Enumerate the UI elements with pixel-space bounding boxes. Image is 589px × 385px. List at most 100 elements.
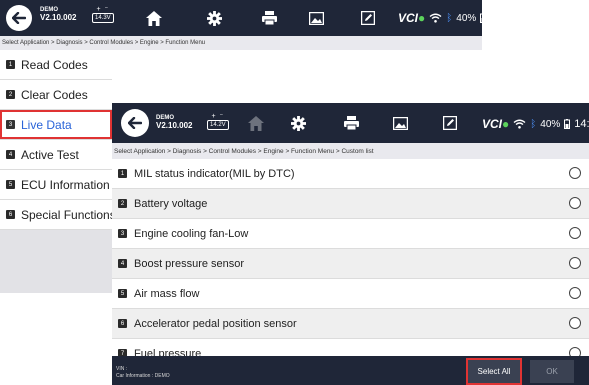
vci-icon: VCI● (398, 11, 426, 25)
list-item-cooling-fan[interactable]: 3 Engine cooling fan-Low (112, 219, 589, 249)
item-number-icon: 3 (118, 229, 127, 238)
item-label: Engine cooling fan-Low (134, 227, 249, 240)
custom-data-list: 1 MIL status indicator(MIL by DTC) 2 Batte… (112, 159, 589, 369)
menu-item-clear-codes[interactable]: 2 Clear Codes (0, 80, 112, 110)
radio-button[interactable] (569, 167, 581, 179)
item-label: Boost pressure sensor (134, 257, 245, 270)
back-button[interactable] (6, 5, 32, 31)
version-label: V2.10.002 (40, 12, 77, 22)
item-number-icon: 1 (6, 60, 15, 69)
image-icon (392, 116, 408, 130)
list-empty-area (0, 230, 112, 293)
car-info-label: Car Information : DEMO (116, 373, 170, 379)
item-label: Clear Codes (21, 87, 88, 102)
edit-icon (361, 11, 375, 25)
status-area: VCI● ᛒ 40% 14:43 (482, 117, 589, 131)
breadcrumb-text: Select Application > Diagnosis > Control… (114, 147, 374, 155)
battery-icon (480, 13, 487, 23)
item-label: Accelerator pedal position sensor (134, 317, 297, 330)
breadcrumb: Select Application > Diagnosis > Control… (0, 36, 482, 50)
item-number-icon: 2 (118, 199, 127, 208)
list-item-air-mass-flow[interactable]: 5 Air mass flow (112, 279, 589, 309)
wifi-icon (429, 13, 442, 23)
radio-button[interactable] (569, 287, 581, 299)
screenshot-button[interactable] (390, 113, 410, 133)
item-label: Air mass flow (134, 287, 200, 300)
home-icon (146, 10, 162, 26)
item-label: Battery voltage (134, 197, 208, 210)
item-number-icon: 5 (6, 180, 15, 189)
radio-button[interactable] (569, 317, 581, 329)
edit-button[interactable] (440, 113, 460, 133)
vehicle-info: VIN : Car Information : DEMO (116, 366, 170, 380)
clock: 14:43 (574, 118, 589, 130)
item-number-icon: 1 (118, 169, 127, 178)
voltage-label: 14.2V (207, 120, 229, 130)
item-number-icon: 4 (6, 150, 15, 159)
voltage-label: 14.3V (92, 13, 114, 23)
back-arrow-icon (12, 12, 26, 24)
radio-button[interactable] (569, 257, 581, 269)
version-info: DEMO V2.10.002 (40, 7, 76, 22)
item-label: Read Codes (21, 57, 88, 72)
back-arrow-icon (128, 117, 142, 129)
radio-button[interactable] (569, 197, 581, 209)
edit-button[interactable] (358, 8, 378, 28)
printer-icon (261, 11, 277, 25)
select-all-button[interactable]: Select All (468, 360, 520, 383)
list-tail-area (0, 293, 112, 336)
settings-button[interactable] (204, 8, 224, 28)
printer-icon (343, 116, 359, 130)
item-label: Live Data (21, 117, 72, 132)
breadcrumb-text: Select Application > Diagnosis > Control… (2, 40, 206, 46)
item-label: Special Functions (21, 207, 116, 222)
item-number-icon: 6 (6, 210, 15, 219)
bluetooth-icon: ᛒ (446, 12, 453, 24)
item-label: MIL status indicator(MIL by DTC) (134, 167, 295, 180)
print-button[interactable] (259, 8, 279, 28)
item-number-icon: 3 (6, 120, 15, 129)
item-label: ECU Information (21, 177, 110, 192)
breadcrumb: Select Application > Diagnosis > Control… (112, 143, 589, 159)
menu-item-read-codes[interactable]: 1 Read Codes (0, 50, 112, 80)
back-topbar: DEMO V2.10.002 + ⁻ 14.3V VCI● ᛒ 40% 14:4… (0, 0, 518, 36)
vehicle-battery-icon: + ⁻ 14.2V (207, 113, 229, 130)
bluetooth-icon: ᛒ (530, 118, 537, 130)
home-button[interactable] (246, 113, 266, 133)
edit-icon (443, 116, 457, 130)
home-icon (248, 115, 264, 131)
print-button[interactable] (341, 113, 361, 133)
menu-item-special-functions[interactable]: 6 Special Functions (0, 200, 116, 230)
gear-icon (206, 10, 222, 26)
clock: 14:42 (490, 12, 518, 24)
bottom-bar: VIN : Car Information : DEMO Select All … (112, 356, 589, 385)
item-label: Active Test (21, 147, 79, 162)
list-item-mil-status[interactable]: 1 MIL status indicator(MIL by DTC) (112, 159, 589, 189)
front-topbar: DEMO V2.10.002 + ⁻ 14.2V VCI● ᛒ 40% 14: (112, 103, 589, 143)
vci-icon: VCI● (482, 117, 510, 131)
version-info: DEMO V2.10.002 (156, 115, 192, 130)
vehicle-battery-icon: + ⁻ 14.3V (92, 6, 114, 23)
battery-percent: 40% (540, 118, 561, 130)
menu-item-active-test[interactable]: 4 Active Test (0, 140, 112, 170)
image-icon (308, 11, 324, 25)
screenshot-button[interactable] (306, 8, 326, 28)
custom-list-screen: DEMO V2.10.002 + ⁻ 14.2V VCI● ᛒ 40% 14: (112, 103, 589, 385)
menu-item-live-data[interactable]: 3 Live Data (0, 110, 112, 140)
back-button[interactable] (121, 109, 149, 137)
menu-item-ecu-information[interactable]: 5 ECU Information (0, 170, 112, 200)
list-item-accelerator-pedal[interactable]: 6 Accelerator pedal position sensor (112, 309, 589, 339)
radio-button[interactable] (569, 227, 581, 239)
status-area: VCI● ᛒ 40% 14:42 (398, 11, 518, 25)
battery-percent: 40% (456, 12, 477, 24)
vin-label: VIN : (116, 366, 128, 372)
item-number-icon: 6 (118, 319, 127, 328)
home-button[interactable] (144, 8, 164, 28)
list-item-boost-pressure[interactable]: 4 Boost pressure sensor (112, 249, 589, 279)
item-number-icon: 4 (118, 259, 127, 268)
gear-icon (290, 115, 306, 131)
settings-button[interactable] (288, 113, 308, 133)
list-item-battery-voltage[interactable]: 2 Battery voltage (112, 189, 589, 219)
item-number-icon: 2 (6, 90, 15, 99)
ok-button[interactable]: OK (530, 360, 574, 383)
